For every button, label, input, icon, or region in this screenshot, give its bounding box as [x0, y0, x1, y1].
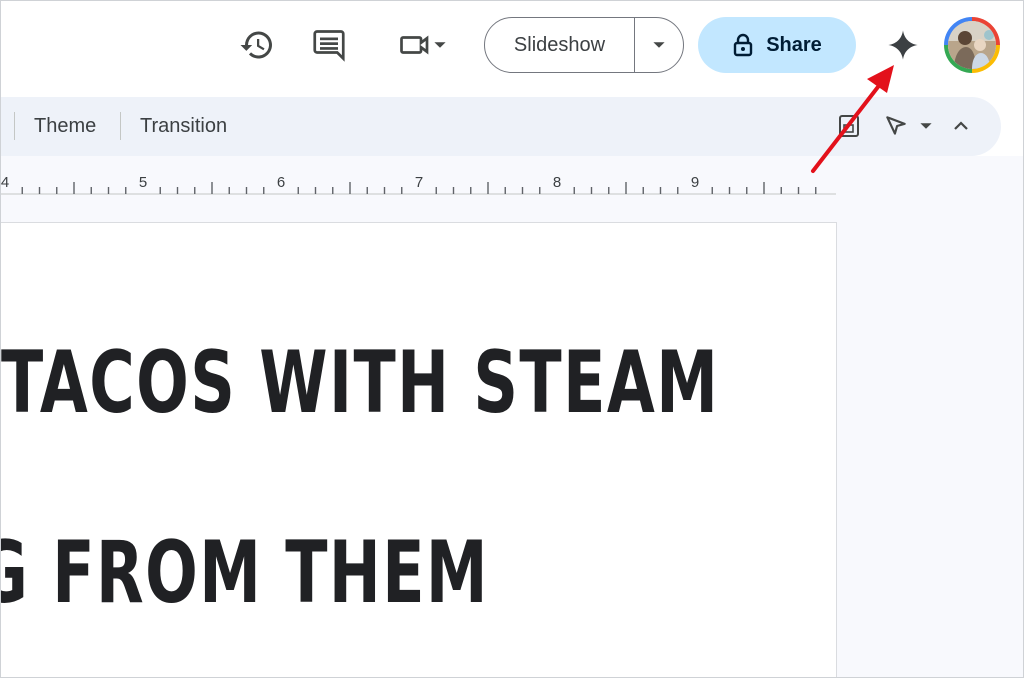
gemini-sparkle-icon: [888, 30, 918, 60]
ruler-label: 6: [277, 174, 285, 191]
slideshow-button-group: Slideshow: [484, 17, 684, 73]
toolbar-divider: [120, 112, 121, 140]
slides-toolbar: Theme Transition: [1, 97, 1001, 156]
share-button[interactable]: Share: [698, 17, 856, 73]
app-window: Slideshow Share Theme Transition 4 5 6 7…: [0, 0, 1024, 678]
slide-text-line[interactable]: TACOS WITH STEAM: [1, 333, 719, 433]
gemini-button[interactable]: [883, 25, 923, 65]
account-avatar[interactable]: [944, 17, 1000, 73]
comments-button[interactable]: [309, 25, 349, 65]
add-comment-button[interactable]: [831, 107, 867, 145]
version-history-button[interactable]: [237, 25, 277, 65]
transition-button[interactable]: Transition: [138, 110, 229, 142]
ruler-label: 8: [553, 174, 561, 191]
editor-workspace: 4 5 6 7 8 9 TACOS WITH STEAM G FROM THEM: [1, 156, 1023, 677]
share-label: Share: [766, 33, 822, 56]
select-tool-dropdown[interactable]: [913, 107, 939, 145]
chevron-up-icon: [954, 121, 968, 130]
slideshow-options-button[interactable]: [635, 18, 683, 72]
video-call-icon: [400, 35, 429, 55]
theme-button[interactable]: Theme: [32, 110, 98, 142]
slide-canvas[interactable]: TACOS WITH STEAM G FROM THEM: [1, 222, 837, 677]
version-history-icon: [240, 31, 272, 59]
slide-text-line[interactable]: G FROM THEM: [1, 523, 489, 623]
chevron-down-icon: [434, 42, 446, 48]
ruler-label: 5: [139, 174, 147, 191]
top-bar: Slideshow Share: [1, 1, 1023, 93]
video-call-button[interactable]: [387, 25, 457, 65]
slideshow-button[interactable]: Slideshow: [485, 18, 635, 72]
collapse-toolbar-button[interactable]: [943, 107, 979, 145]
ruler-label: 4: [1, 174, 9, 191]
add-comment-icon: [839, 115, 859, 137]
ruler-label: 7: [415, 174, 423, 191]
chevron-down-icon: [653, 42, 665, 48]
comments-icon: [313, 30, 345, 62]
select-tool-button[interactable]: [878, 107, 914, 145]
avatar-photo: [948, 21, 996, 69]
horizontal-ruler[interactable]: 4 5 6 7 8 9: [1, 156, 836, 196]
chevron-down-icon: [920, 123, 932, 129]
toolbar-divider: [14, 112, 15, 140]
ruler-label: 9: [691, 174, 699, 191]
select-pointer-icon: [886, 116, 906, 135]
lock-icon: [734, 33, 753, 57]
